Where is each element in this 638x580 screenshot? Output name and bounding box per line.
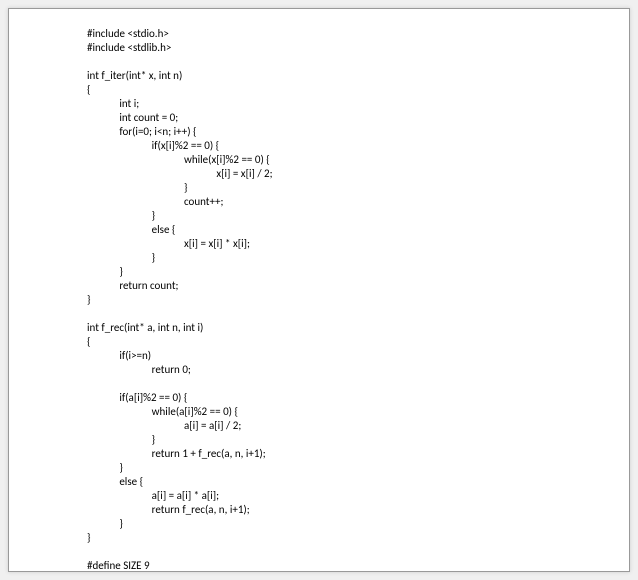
code-line: } [87,209,629,223]
code-line: } [87,517,629,531]
code-line: int count = 0; [87,111,629,125]
code-line: #include <stdio.h> [87,27,629,41]
code-line: #define SIZE 9 [87,559,629,572]
document-page: #include <stdio.h>#include <stdlib.h> in… [8,8,630,572]
code-line: } [87,293,629,307]
code-line: { [87,335,629,349]
code-line: return f_rec(a, n, i+1); [87,503,629,517]
code-line: } [87,531,629,545]
code-line: #include <stdlib.h> [87,41,629,55]
code-line: int f_iter(int* x, int n) [87,69,629,83]
code-line: else { [87,223,629,237]
blank-line [87,55,629,69]
code-line: for(i=0; i<n; i++) { [87,125,629,139]
code-line: return count; [87,279,629,293]
code-line: while(x[i]%2 == 0) { [87,153,629,167]
code-line: } [87,461,629,475]
code-line: else { [87,475,629,489]
code-line: if(x[i]%2 == 0) { [87,139,629,153]
code-line: return 0; [87,363,629,377]
code-line: x[i] = x[i] * x[i]; [87,237,629,251]
code-line: int i; [87,97,629,111]
code-line: count++; [87,195,629,209]
code-line: if(i>=n) [87,349,629,363]
code-line: { [87,83,629,97]
blank-line [87,545,629,559]
code-line: } [87,433,629,447]
code-line: } [87,251,629,265]
code-line: x[i] = x[i] / 2; [87,167,629,181]
code-line: return 1 + f_rec(a, n, i+1); [87,447,629,461]
blank-line [87,377,629,391]
code-line: while(a[i]%2 == 0) { [87,405,629,419]
blank-line [87,307,629,321]
code-line: int f_rec(int* a, int n, int i) [87,321,629,335]
code-block: #include <stdio.h>#include <stdlib.h> in… [87,27,629,572]
code-line: if(a[i]%2 == 0) { [87,391,629,405]
code-line: a[i] = a[i] / 2; [87,419,629,433]
code-line: a[i] = a[i] * a[i]; [87,489,629,503]
code-line: } [87,265,629,279]
code-line: } [87,181,629,195]
